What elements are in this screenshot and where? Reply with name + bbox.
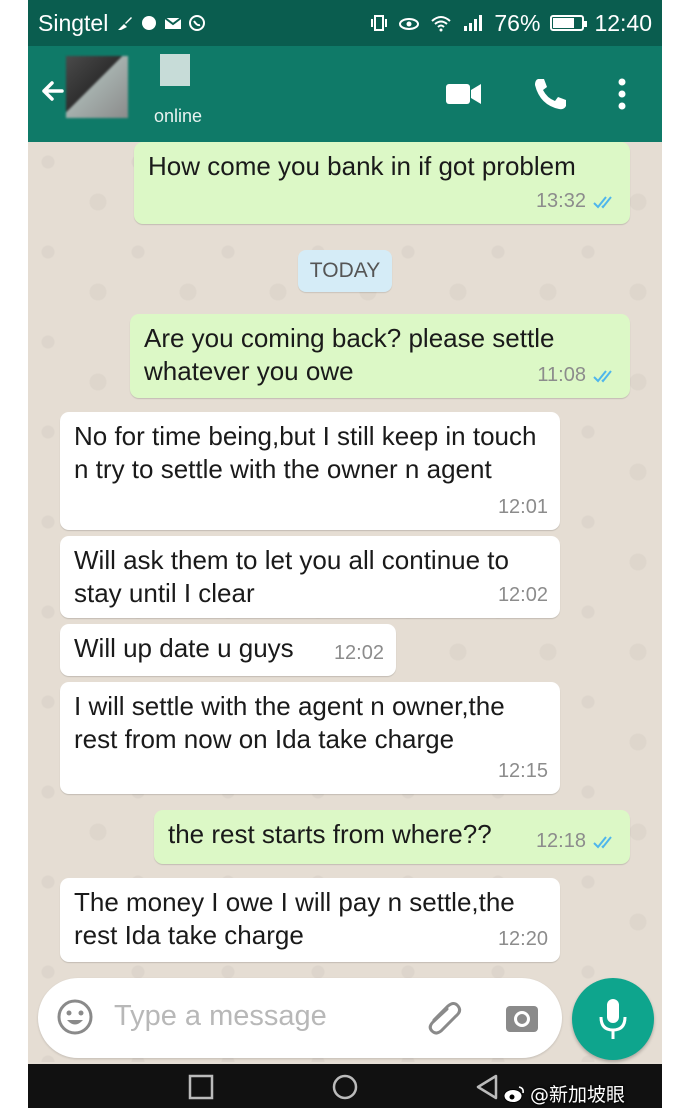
contact-name-redacted[interactable] [160, 54, 190, 86]
eye-icon [399, 18, 420, 30]
avatar[interactable] [66, 56, 128, 118]
message-time: 13:32 [535, 190, 586, 212]
signal-icon [464, 15, 483, 31]
mail-icon [164, 17, 182, 29]
read-ticks-icon [593, 195, 612, 208]
message-text: Will ask them to let you all continue to… [74, 545, 509, 608]
read-ticks-icon [593, 369, 612, 382]
message-list[interactable]: How come you bank in if got problem 13:3… [28, 142, 662, 1062]
battery-icon [550, 15, 588, 31]
message-bubble-outgoing[interactable]: Are you coming back? please settle whate… [130, 314, 630, 398]
message-text: No for time being,but I still keep in to… [74, 421, 537, 484]
message-bubble-incoming[interactable]: Will ask them to let you all continue to… [60, 536, 560, 618]
message-text: How come you bank in if got problem [148, 151, 576, 181]
emoji-icon[interactable] [56, 998, 94, 1036]
message-input[interactable]: Type a message [114, 1000, 327, 1033]
phone-screen: Singtel 76% 12:40 online How come you ba… [28, 0, 662, 1108]
message-bubble-outgoing[interactable]: How come you bank in if got problem 13:3… [134, 142, 630, 224]
attach-icon[interactable] [424, 998, 464, 1038]
message-time: 12:18 [535, 830, 586, 852]
message-meta: 12:01 [498, 491, 548, 524]
message-time: 12:02 [497, 584, 548, 606]
date-separator: TODAY [298, 250, 392, 292]
back-arrow-icon[interactable] [38, 76, 68, 106]
more-vert-icon[interactable] [610, 76, 634, 112]
message-time: 12:15 [497, 760, 548, 782]
battery-fill [553, 18, 575, 28]
weibo-icon [503, 1085, 524, 1103]
message-meta: 12:02 [334, 637, 384, 670]
message-text: Will up date u guys [74, 633, 294, 663]
message-bubble-incoming[interactable]: Will up date u guys 12:02 [60, 624, 396, 676]
message-meta: 11:08 [537, 359, 618, 392]
message-bubble-incoming[interactable]: I will settle with the agent n owner,the… [60, 682, 560, 794]
whatsapp-icon [189, 15, 206, 31]
message-text: The money I owe I will pay n settle,the … [74, 887, 515, 950]
video-call-icon[interactable] [444, 76, 484, 112]
message-composer[interactable]: Type a message [38, 978, 562, 1058]
system-status: 76% 12:40 [370, 10, 652, 37]
chat-header: online [28, 46, 662, 142]
message-text: I will settle with the agent n owner,the… [74, 691, 505, 754]
camera-icon[interactable] [504, 1000, 540, 1036]
read-ticks-icon [593, 835, 612, 848]
message-bubble-incoming[interactable]: No for time being,but I still keep in to… [60, 412, 560, 530]
message-meta: 12:18 [536, 825, 618, 858]
brush-icon [118, 17, 133, 30]
mic-icon [599, 999, 627, 1039]
message-text: Are you coming back? please settle whate… [144, 323, 555, 386]
message-time: 11:08 [537, 364, 586, 386]
message-bubble-outgoing[interactable]: the rest starts from where?? 12:18 [154, 810, 630, 864]
message-bubble-incoming[interactable]: The money I owe I will pay n settle,the … [60, 878, 560, 962]
watermark: @新加坡眼 [502, 1080, 625, 1107]
message-meta: 12:15 [498, 755, 548, 788]
battery-percent: 76% [494, 9, 541, 36]
message-meta: 12:02 [498, 579, 548, 612]
contact-status: online [154, 106, 203, 126]
watermark-text: @新加坡眼 [530, 1084, 626, 1106]
shield-icon [142, 16, 157, 30]
mic-button[interactable] [572, 978, 654, 1060]
vibrate-icon [371, 15, 388, 31]
wifi-icon [431, 16, 452, 32]
carrier-label: Singtel [38, 9, 109, 36]
message-time: 12:01 [497, 496, 548, 518]
clock: 12:40 [594, 9, 652, 36]
back-nav-icon[interactable] [472, 1072, 502, 1102]
phone-call-icon[interactable] [530, 76, 570, 112]
notification-icons [116, 14, 206, 32]
message-meta: 13:32 [536, 185, 618, 218]
status-bar: Singtel 76% 12:40 [28, 0, 662, 46]
recents-icon[interactable] [186, 1072, 216, 1102]
message-time: 12:02 [333, 642, 384, 664]
message-text: the rest starts from where?? [168, 819, 492, 849]
message-meta: 12:20 [498, 923, 548, 956]
home-icon[interactable] [330, 1072, 360, 1102]
message-time: 12:20 [497, 928, 548, 950]
